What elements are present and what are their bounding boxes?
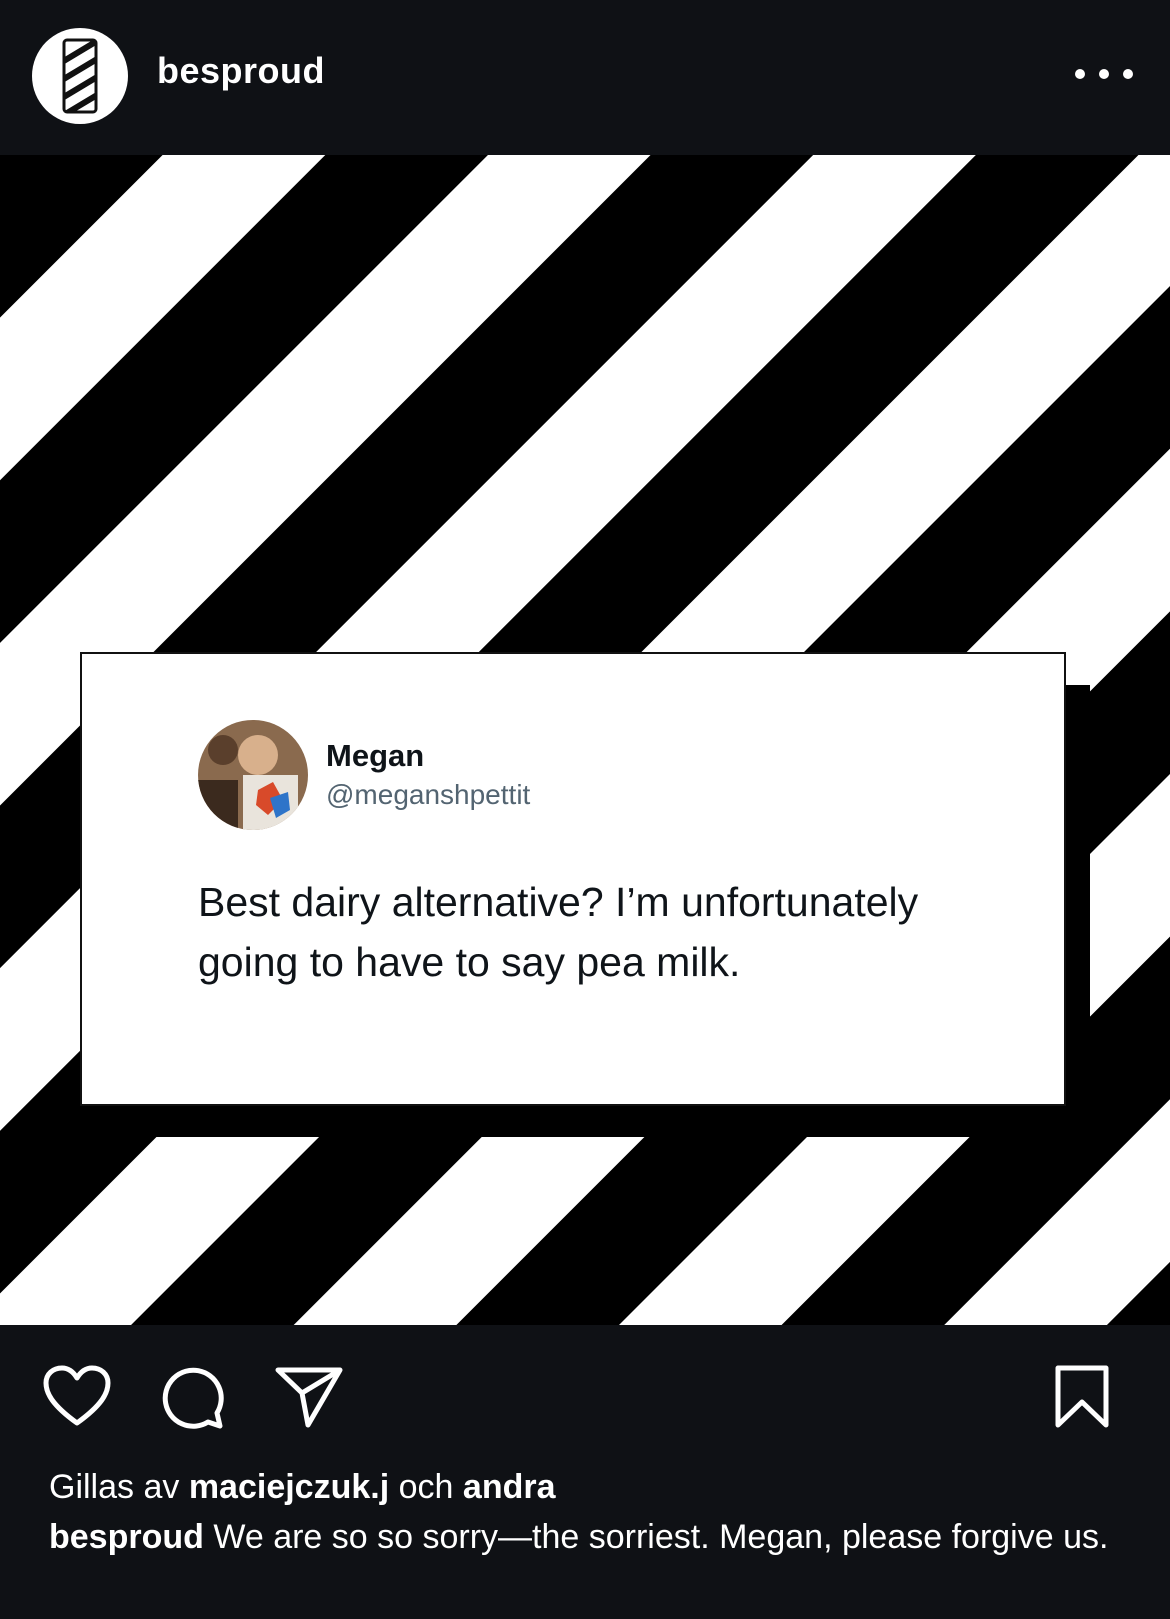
tweet-author-handle: @meganshpettit [326,779,531,810]
bookmark-icon[interactable] [1054,1365,1110,1434]
post-caption: besproud We are so so sorry—the sorriest… [49,1516,1129,1558]
caption-username[interactable]: besproud [49,1518,204,1556]
heart-icon[interactable] [42,1365,112,1434]
more-dots-icon[interactable] [1070,52,1140,98]
post-image[interactable]: Megan @meganshpettit Best dairy alternat… [0,155,1170,1325]
profile-avatar[interactable] [32,28,128,124]
striped-carton-logo-icon [62,38,98,114]
likes-connector: och [398,1468,454,1506]
send-icon[interactable] [274,1365,344,1434]
username[interactable]: besproud [157,50,325,92]
post-actions [0,1325,1170,1429]
tweet-text: Best dairy alternative? I’m unfortunatel… [198,879,919,985]
post-header: besproud [0,0,1170,156]
likes-summary[interactable]: Gillas av maciejczuk.j och andra [49,1466,1129,1508]
tweet-author-name: Megan [326,738,425,773]
tweet-avatar [198,720,308,830]
comment-icon[interactable] [160,1365,226,1434]
caption-area: Gillas av maciejczuk.j och andra besprou… [49,1466,1129,1558]
tweet-card: Megan @meganshpettit Best dairy alternat… [80,652,1066,1106]
likes-user[interactable]: maciejczuk.j [189,1468,389,1506]
likes-prefix: Gillas av [49,1468,180,1506]
likes-others[interactable]: andra [463,1468,556,1506]
caption-text: We are so so sorry—the sorriest. Megan, … [213,1518,1109,1556]
